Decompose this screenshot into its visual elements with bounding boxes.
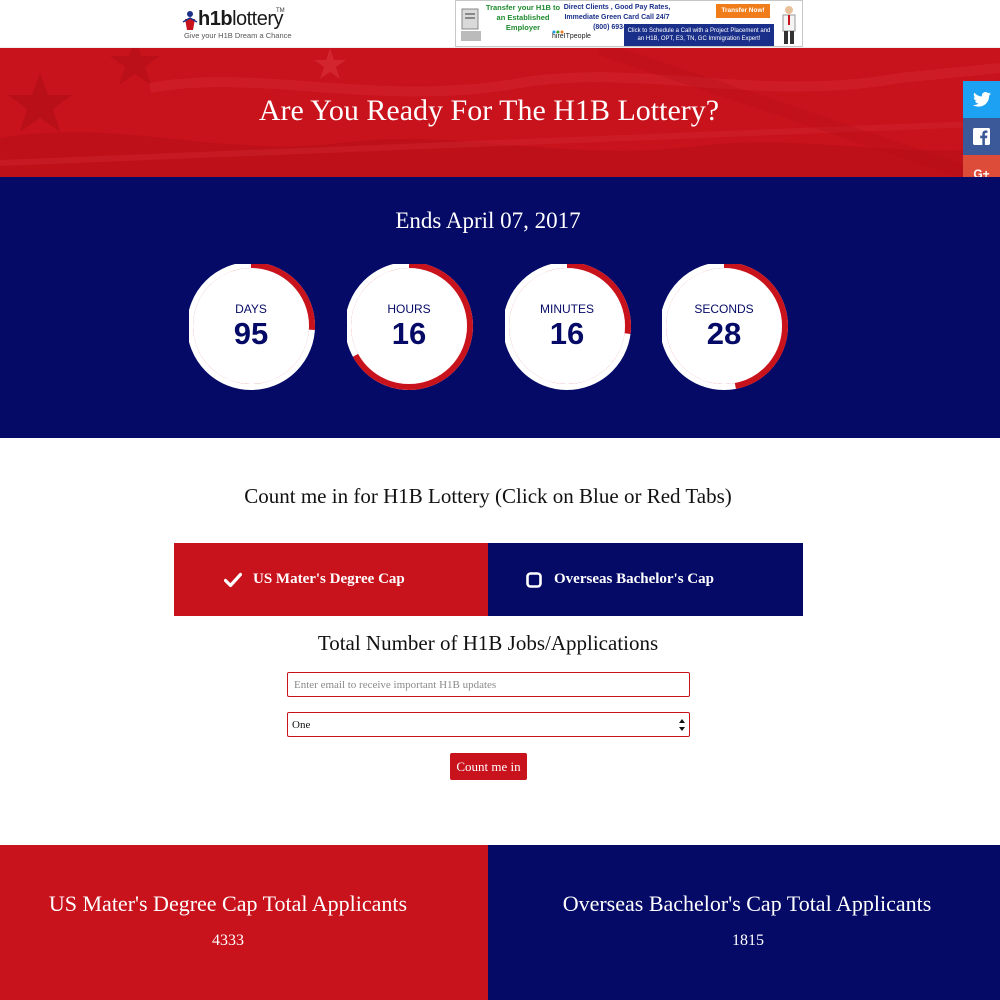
applications-count-select[interactable]: One — [287, 712, 690, 737]
countdown-section: Ends April 07, 2017 DAYS 95 HOURS 16 MIN… — [0, 177, 1000, 438]
tab-overseas-bachelors-label: Overseas Bachelor's Cap — [554, 571, 714, 587]
select-arrows-icon — [679, 719, 685, 731]
tab-overseas-bachelors-cap[interactable]: Overseas Bachelor's Cap — [488, 543, 803, 616]
us-masters-total-count: 4333 — [212, 932, 244, 949]
overseas-bachelors-total-title: Overseas Bachelor's Cap Total Applicants — [562, 891, 932, 916]
applicant-totals: US Mater's Degree Cap Total Applicants 4… — [0, 845, 1000, 1000]
document-stack-icon — [461, 8, 481, 41]
us-masters-total-panel: US Mater's Degree Cap Total Applicants 4… — [0, 845, 488, 1000]
countdown-seconds-dial: SECONDS 28 — [662, 264, 790, 392]
logo-tagline: Give your H1B Dream a Chance — [184, 31, 292, 40]
email-input[interactable] — [287, 672, 690, 697]
twitter-icon — [972, 92, 991, 107]
businessman-icon — [782, 6, 796, 44]
ad-cta-box[interactable]: Click to Schedule a Call with a Project … — [624, 24, 774, 46]
us-masters-total-title: US Mater's Degree Cap Total Applicants — [48, 891, 408, 916]
overseas-bachelors-total-count: 1815 — [732, 932, 764, 949]
select-value: One — [292, 718, 311, 731]
ad-brand-name: hireITpeople — [552, 33, 591, 40]
logo-figure-icon — [182, 11, 198, 30]
hours-value: 16 — [391, 316, 427, 351]
logo-wordmark: h1blottery — [198, 8, 284, 30]
advertisement-banner[interactable]: Transfer your H1B to an Established Empl… — [455, 0, 803, 47]
tab-us-masters-cap[interactable]: US Mater's Degree Cap — [174, 543, 488, 616]
jobs-title: Total Number of H1B Jobs/Applications — [317, 631, 659, 655]
tab-us-masters-label: US Mater's Degree Cap — [253, 571, 405, 587]
days-label: DAYS — [235, 302, 267, 316]
logo-trademark: TM — [276, 8, 285, 14]
countdown-hours-dial: HOURS 16 — [347, 264, 475, 392]
facebook-icon — [973, 128, 990, 145]
countdown-days-dial: DAYS 95 — [189, 264, 317, 392]
overseas-bachelors-total-panel: Overseas Bachelor's Cap Total Applicants… — [488, 845, 1000, 1000]
twitter-share-button[interactable] — [963, 81, 1000, 118]
hero-title: Are You Ready For The H1B Lottery? — [258, 94, 720, 127]
cap-tabs: US Mater's Degree Cap Overseas Bachelor'… — [174, 543, 803, 616]
countdown-end-date: Ends April 07, 2017 — [395, 208, 581, 233]
checkbox-empty-icon — [526, 571, 542, 588]
checkmark-icon — [224, 572, 242, 587]
minutes-label: MINUTES — [540, 302, 594, 316]
seconds-value: 28 — [706, 316, 742, 351]
site-logo[interactable]: h1blottery TM Give your H1B Dream a Chan… — [182, 8, 292, 42]
hours-label: HOURS — [387, 302, 431, 316]
ad-headline: Transfer your H1B to an Established Empl… — [485, 3, 561, 32]
hero-banner: Are You Ready For The H1B Lottery? — [0, 48, 1000, 177]
ad-transfer-button[interactable]: Transfer Now! — [716, 4, 770, 18]
facebook-share-button[interactable] — [963, 118, 1000, 155]
minutes-value: 16 — [549, 316, 585, 351]
signup-title: Count me in for H1B Lottery (Click on Bl… — [244, 484, 732, 508]
site-header: h1blottery TM Give your H1B Dream a Chan… — [0, 0, 1000, 48]
seconds-label: SECONDS — [694, 302, 754, 316]
days-value: 95 — [233, 316, 269, 351]
countdown-minutes-dial: MINUTES 16 — [505, 264, 633, 392]
count-me-in-button[interactable]: Count me in — [450, 753, 527, 780]
